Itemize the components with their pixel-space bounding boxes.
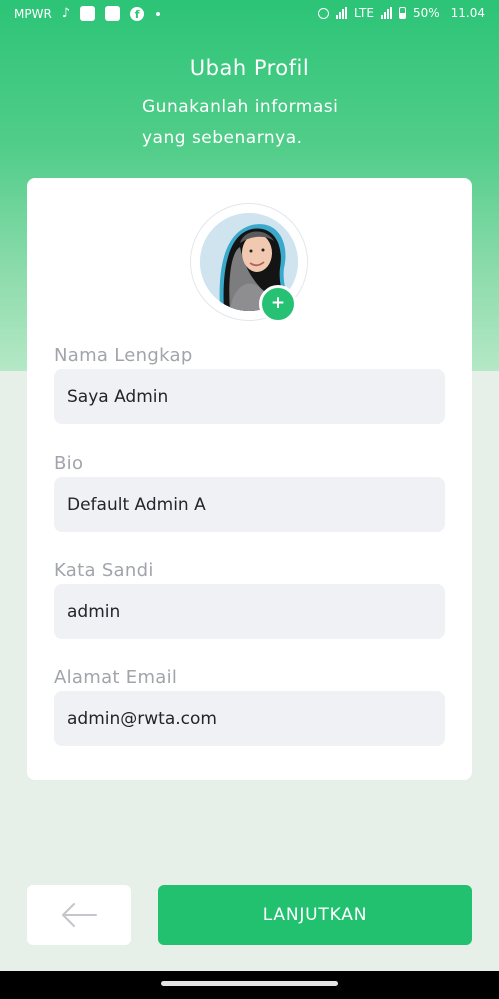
subtitle-line: Gunakanlah informasi bbox=[142, 97, 339, 117]
arrow-left-icon bbox=[62, 903, 97, 927]
bio-field[interactable] bbox=[54, 477, 445, 532]
home-gesture-bar[interactable] bbox=[161, 981, 338, 986]
full-name-field[interactable] bbox=[54, 369, 445, 424]
back-button[interactable] bbox=[27, 885, 131, 945]
bio-label: Bio bbox=[54, 453, 84, 474]
page-subtitle: Gunakanlah informasi yang sebenarnya. bbox=[142, 92, 382, 154]
app-icon bbox=[80, 6, 96, 21]
network-label: LTE bbox=[354, 6, 374, 20]
battery-icon bbox=[398, 7, 406, 19]
avatar-frame: + bbox=[190, 203, 308, 323]
signal-icon bbox=[380, 7, 392, 19]
add-photo-button[interactable]: + bbox=[259, 285, 297, 323]
password-field[interactable] bbox=[54, 584, 445, 639]
alarm-icon bbox=[318, 7, 330, 19]
next-button[interactable]: LANJUTKAN bbox=[158, 885, 472, 945]
system-navigation-bar bbox=[0, 971, 499, 999]
clock: 11.04 bbox=[450, 6, 485, 20]
app-icon bbox=[105, 6, 121, 21]
battery-label: 50% bbox=[412, 6, 440, 20]
facebook-icon: f bbox=[130, 6, 145, 21]
email-field[interactable] bbox=[54, 691, 445, 746]
status-bar: MPWR ♪ f LTE 50% 11.04 bbox=[0, 0, 499, 28]
full-name-label: Nama Lengkap bbox=[54, 345, 193, 366]
email-label: Alamat Email bbox=[54, 667, 178, 688]
profile-form-card: + Nama Lengkap Bio Kata Sandi Alamat Ema… bbox=[27, 178, 472, 780]
password-label: Kata Sandi bbox=[54, 560, 154, 581]
tiktok-icon: ♪ bbox=[61, 6, 71, 21]
subtitle-line: yang sebenarnya. bbox=[142, 128, 303, 148]
dot-icon bbox=[156, 11, 161, 16]
signal-icon bbox=[336, 7, 348, 19]
carrier-label: MPWR bbox=[14, 6, 52, 21]
page-title: Ubah Profil bbox=[189, 56, 310, 80]
